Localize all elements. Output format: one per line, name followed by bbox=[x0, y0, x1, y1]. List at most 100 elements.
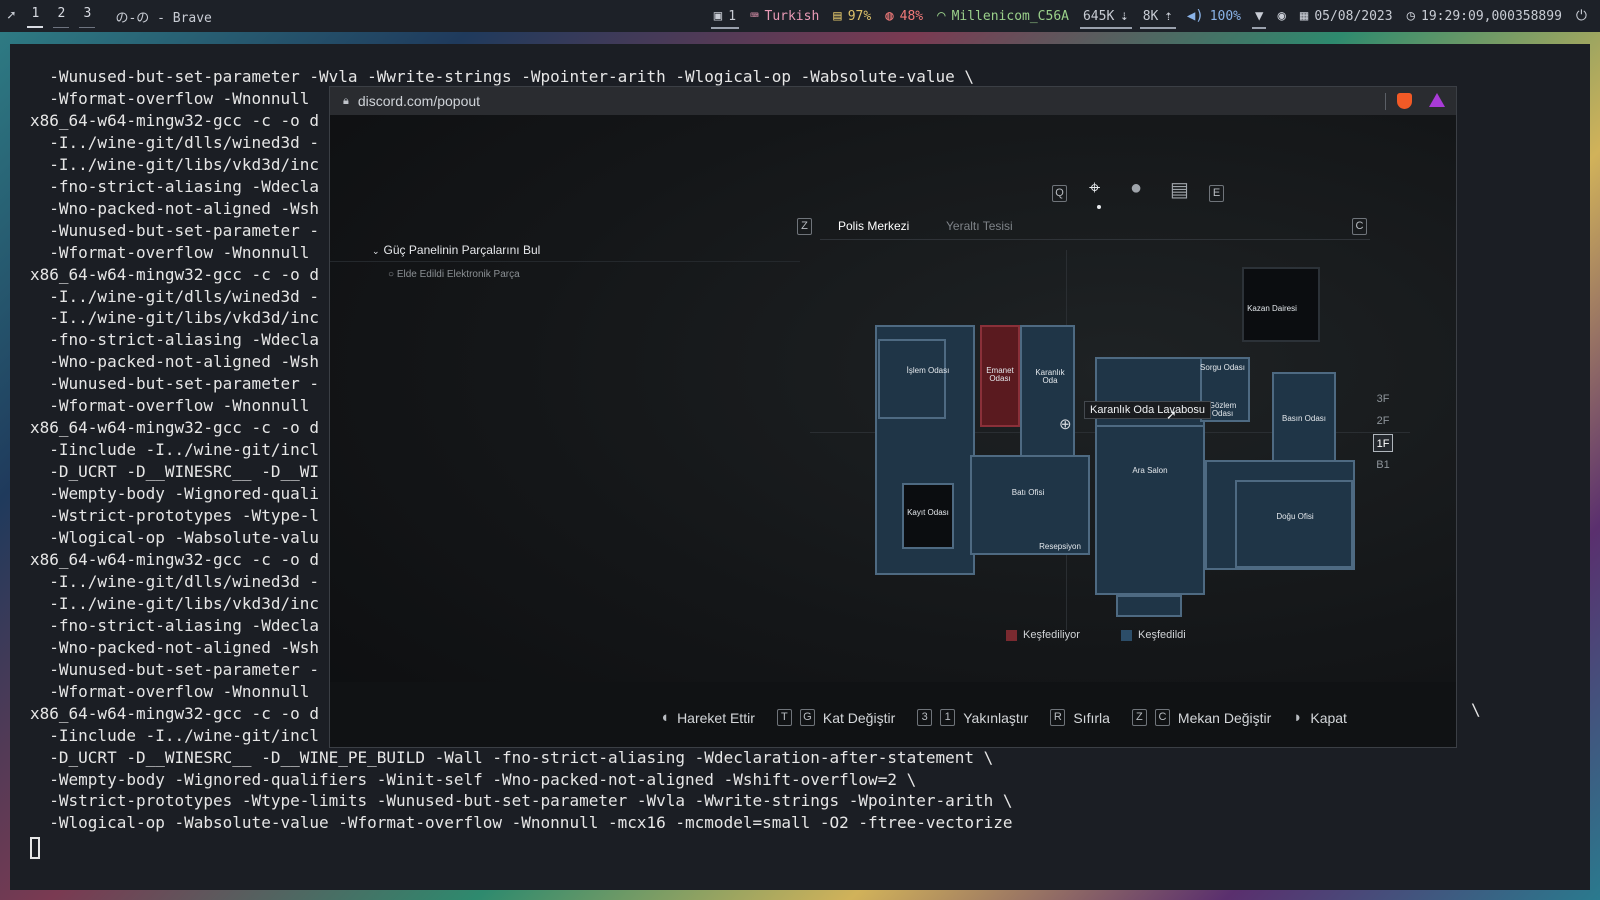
room-label-karanlik: Karanlık Oda bbox=[1035, 368, 1065, 386]
room-islem[interactable] bbox=[878, 339, 946, 419]
mouse-cursor-icon: ➚ bbox=[1166, 407, 1177, 422]
floor-3f[interactable]: 3F bbox=[1373, 390, 1393, 408]
room-label-emanet: Emanet Odası bbox=[986, 366, 1014, 384]
key-t: T bbox=[776, 709, 792, 726]
sub-objective: ○ Elde Edildi Elektronik Parça bbox=[388, 269, 520, 280]
sub-objective-text: Elde Edildi Elektronik Parça bbox=[396, 269, 520, 280]
power-icon: ⏻ bbox=[1575, 8, 1587, 24]
status-bar: ➚ 1 2 3 の-の - Brave ▣ 1 ⌨ Turkish ▤ 97% … bbox=[0, 0, 1600, 32]
clock-icon: ◷ bbox=[1406, 8, 1416, 24]
floor-1f[interactable]: 1F bbox=[1373, 434, 1393, 452]
floor-b1[interactable]: B1 bbox=[1373, 456, 1393, 474]
legend-swatch-explored bbox=[1121, 629, 1132, 641]
objective-divider bbox=[330, 261, 800, 262]
wifi-triangle-icon: ▼ bbox=[1255, 8, 1264, 24]
terminal-line: -Wlogical-op -Wabsolute-value -Wformat-o… bbox=[30, 813, 1013, 833]
arrow-down-icon: ⇣ bbox=[1120, 8, 1129, 24]
launcher-button[interactable]: ➚ bbox=[0, 0, 22, 32]
mouse-move-icon: ◖ bbox=[660, 709, 670, 726]
mouse-right-icon: ◗ bbox=[1293, 709, 1303, 726]
keyboard-layout[interactable]: ⌨ Turkish bbox=[743, 0, 826, 32]
eye-icon: ◉ bbox=[1277, 8, 1286, 24]
active-tab-dot bbox=[1097, 205, 1101, 209]
key-g: G bbox=[799, 709, 815, 726]
workspace-3[interactable]: 3 bbox=[74, 0, 100, 32]
wifi-status[interactable]: ◠ Millenicom_C56A bbox=[930, 0, 1076, 32]
brave-rewards-icon[interactable] bbox=[1429, 93, 1445, 107]
date[interactable]: ▦ 05/08/2023 bbox=[1293, 0, 1400, 32]
tab-underline bbox=[820, 239, 1370, 240]
terminal-line: -Wstrict-prototypes -Wtype-limits -Wunus… bbox=[30, 791, 1013, 811]
chevron-down-icon: ⌄ bbox=[372, 246, 380, 256]
workspace-2[interactable]: 2 bbox=[48, 0, 74, 32]
key-z: Z bbox=[1131, 709, 1147, 726]
legend-explored: Keşfedildi bbox=[1121, 629, 1186, 641]
lock-icon: 🔒︎ bbox=[343, 94, 349, 107]
key-c-area: C bbox=[1352, 218, 1367, 235]
inventory-icon[interactable]: ▤ bbox=[1170, 177, 1189, 202]
privacy-indicator[interactable]: ◉ bbox=[1270, 0, 1292, 32]
room-label-kazan: Kazan Dairesi bbox=[1247, 304, 1297, 313]
brave-shields-icon[interactable] bbox=[1397, 93, 1412, 109]
objective-text: Güç Panelinin Parçalarını Bul bbox=[383, 243, 541, 257]
floor-2f[interactable]: 2F bbox=[1373, 412, 1393, 430]
room-karanlik[interactable] bbox=[1020, 325, 1075, 470]
control-area: Mekan Değiştir bbox=[1177, 709, 1272, 726]
cpu-usage: ▤ 97% bbox=[826, 0, 878, 32]
legend-exploring-label: Keşfediliyor bbox=[1023, 629, 1080, 641]
window-count[interactable]: ▣ 1 bbox=[707, 0, 743, 32]
key-1: 1 bbox=[940, 709, 956, 726]
net-upload: 8K ⇡ bbox=[1136, 0, 1180, 32]
room-bati[interactable] bbox=[970, 455, 1090, 555]
memory-value: 48% bbox=[899, 8, 924, 24]
workspace-1[interactable]: 1 bbox=[22, 0, 48, 32]
terminal-line: -D_UCRT -D__WINESRC__ -D__WINE_PE_BUILD … bbox=[30, 747, 994, 767]
room-dogu[interactable] bbox=[1235, 480, 1353, 568]
room-ara-salon[interactable] bbox=[1095, 425, 1205, 595]
terminal-cursor bbox=[30, 837, 40, 859]
tab-yeralti-tesisi[interactable]: Yeraltı Tesisi bbox=[946, 219, 1013, 233]
character-icon[interactable]: ● bbox=[1130, 177, 1142, 200]
key-3: 3 bbox=[917, 709, 933, 726]
terminal-line: -Wunused-but-set-parameter -Wvla -Wwrite… bbox=[30, 67, 975, 86]
net-up-value: 8K bbox=[1142, 8, 1159, 24]
room-label-dogu: Doğu Ofisi bbox=[1276, 512, 1314, 521]
room-label-sorgu: Sorgu Odası bbox=[1200, 363, 1245, 372]
clock[interactable]: ◷ 19:29:09,000358899 bbox=[1400, 0, 1569, 32]
window-count-value: 1 bbox=[728, 8, 737, 24]
power-button[interactable]: ⏻ bbox=[1569, 0, 1594, 32]
network-toggle[interactable]: ▼ bbox=[1248, 0, 1270, 32]
control-floor: Kat Değiştir bbox=[822, 709, 896, 726]
game-map-screen[interactable]: Q ⌖ ● ▤ E Z Polis Merkezi Yeraltı Tesisi… bbox=[330, 115, 1456, 747]
discord-popout-window[interactable]: 🔒︎ discord.com/popout Q ⌖ ● ▤ E Z Polis … bbox=[329, 86, 1457, 748]
tab-polis-merkezi[interactable]: Polis Merkezi bbox=[838, 219, 909, 233]
room-label-islem: İşlem Odası bbox=[906, 366, 950, 375]
terminal-line-continuation: \ bbox=[1471, 700, 1481, 719]
wifi-icon: ◠ bbox=[937, 8, 946, 24]
address-bar[interactable]: 🔒︎ discord.com/popout bbox=[330, 87, 1456, 115]
calendar-icon: ▦ bbox=[1299, 8, 1309, 24]
player-marker-icon: ⊕ bbox=[1059, 416, 1072, 433]
wifi-name: Millenicom_C56A bbox=[951, 8, 1069, 24]
control-close[interactable]: Kapat bbox=[1310, 710, 1347, 726]
room-label-ara-salon: Ara Salon bbox=[1132, 466, 1168, 475]
cpu-value: 97% bbox=[847, 8, 872, 24]
arrow-up-icon: ⇡ bbox=[1164, 8, 1173, 24]
control-move: Hareket Ettir bbox=[677, 709, 755, 726]
url-text[interactable]: discord.com/popout bbox=[358, 93, 480, 109]
control-reset: Sıfırla bbox=[1073, 709, 1110, 726]
room-tooltip: Karanlık Oda Lavabosu bbox=[1084, 401, 1211, 419]
legend-exploring: Keşfediliyor bbox=[1006, 629, 1080, 641]
memory-usage: ◍ 48% bbox=[878, 0, 930, 32]
keyboard-icon: ⌨ bbox=[750, 8, 759, 24]
map-icon[interactable]: ⌖ bbox=[1089, 177, 1100, 200]
volume[interactable]: ◀) 100% bbox=[1180, 0, 1248, 32]
room-label-kayit: Kayıt Odası bbox=[907, 508, 949, 517]
net-download: 645K ⇣ bbox=[1076, 0, 1136, 32]
room-entrance[interactable] bbox=[1116, 595, 1182, 617]
volume-value: 100% bbox=[1209, 8, 1241, 24]
speaker-icon: ◀) bbox=[1186, 8, 1204, 24]
keyboard-layout-value: Turkish bbox=[764, 8, 820, 24]
terminal-line: -Wempty-body -Wignored-qualifiers -Winit… bbox=[30, 769, 917, 789]
time-value: 19:29:09,000358899 bbox=[1421, 8, 1562, 24]
